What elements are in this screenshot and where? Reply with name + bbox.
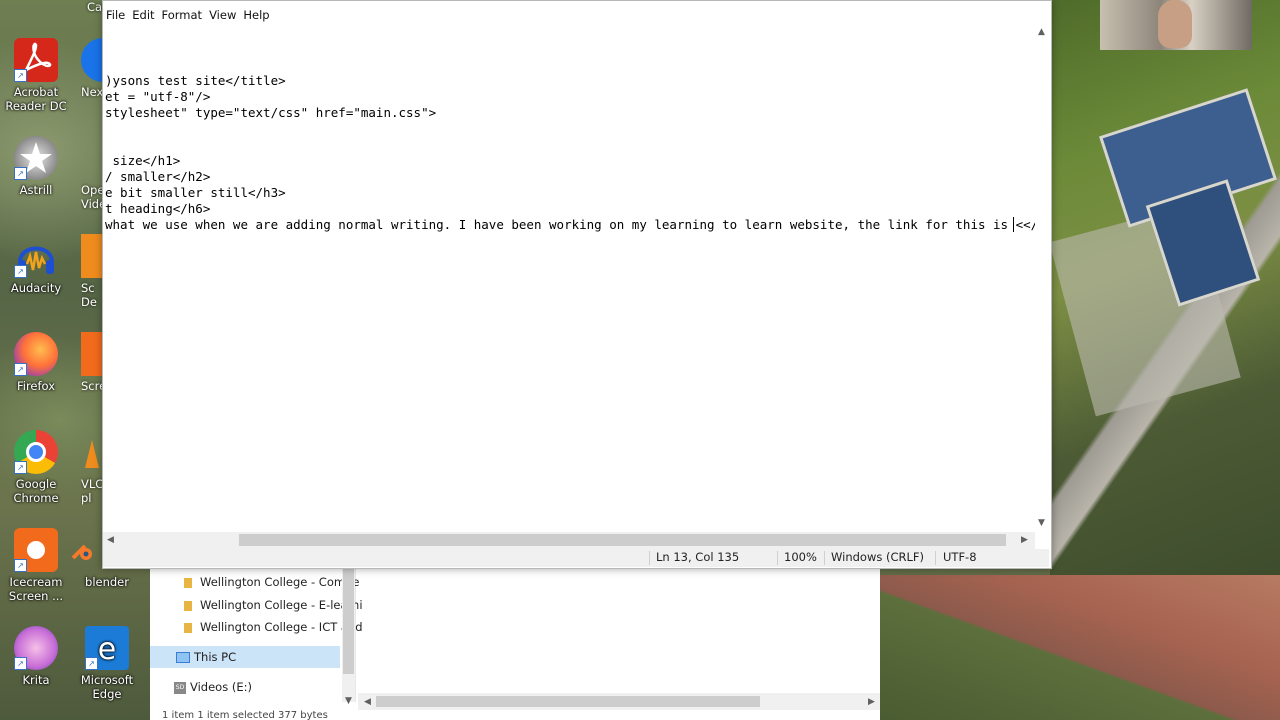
astrill-star-icon: ↗ bbox=[14, 136, 58, 180]
desktop-icon-partial[interactable]: VLC pl bbox=[81, 430, 103, 505]
status-line-endings: Windows (CRLF) bbox=[831, 550, 925, 564]
desktop-icon-chrome[interactable]: ↗ Google Chrome bbox=[0, 430, 72, 505]
text-cursor bbox=[1013, 217, 1014, 232]
code-line: stylesheet" type="text/css" href="main.c… bbox=[105, 105, 437, 120]
code-line: t heading</h6> bbox=[105, 201, 211, 216]
explorer-status-bar: 1 item 1 item selected 377 bytes bbox=[162, 710, 328, 720]
firefox-icon: ↗ bbox=[14, 332, 58, 376]
app-icon bbox=[81, 38, 103, 82]
menu-view[interactable]: View bbox=[206, 5, 240, 25]
audacity-headphones-icon: ↗ bbox=[14, 234, 58, 278]
status-zoom: 100% bbox=[784, 550, 817, 564]
desktop-icon-icecream[interactable]: ↗ Icecream Screen ... bbox=[0, 528, 72, 603]
desktop-icon-partial[interactable]: Scre bbox=[81, 332, 103, 393]
text-editor-area[interactable]: )ysons test site</title> et = "utf-8"/> … bbox=[105, 25, 1035, 532]
desktop-icon-astrill[interactable]: ↗ Astrill bbox=[0, 136, 72, 197]
menu-format[interactable]: Format bbox=[159, 5, 207, 25]
desktop-icon-partial[interactable]: Ope Vide bbox=[81, 136, 103, 211]
desktop-icon-label: blender bbox=[85, 575, 129, 589]
explorer-nav-pane: Wellington College - Combe Wellington Co… bbox=[150, 566, 363, 702]
menu-bar: File Edit Format View Help bbox=[103, 5, 274, 25]
desktop-icon-partial[interactable]: Sc De bbox=[81, 234, 103, 309]
file-explorer-window: Wellington College - Combe Wellington Co… bbox=[150, 566, 880, 720]
folder-icon bbox=[184, 622, 192, 633]
chevron-left-icon[interactable]: ◀ bbox=[107, 535, 114, 545]
desktop-icon-label: Microsoft Edge bbox=[80, 673, 134, 701]
desktop-icon-partial[interactable]: Nex bbox=[81, 38, 103, 99]
desktop-icon-audacity[interactable]: ↗ Audacity bbox=[0, 234, 72, 295]
desktop-icon-label: Icecream Screen ... bbox=[8, 575, 64, 603]
sd-card-icon: SD bbox=[174, 681, 186, 694]
notepad-window: File Edit Format View Help )ysons test s… bbox=[102, 0, 1052, 569]
folder-icon bbox=[184, 577, 192, 588]
explorer-drive-videos[interactable]: SD Videos (E:) bbox=[150, 676, 252, 698]
desktop-icon-label: Acrobat Reader DC bbox=[5, 85, 67, 113]
editor-hscroll-thumb[interactable] bbox=[239, 534, 1006, 546]
app-icon bbox=[81, 234, 103, 278]
menu-file[interactable]: File bbox=[103, 5, 129, 25]
explorer-nav-scroll-thumb[interactable] bbox=[343, 566, 354, 674]
chevron-down-icon[interactable]: ▼ bbox=[345, 696, 352, 706]
code-line: e bit smaller still</h3> bbox=[105, 185, 286, 200]
chevron-left-icon[interactable]: ◀ bbox=[364, 697, 371, 707]
menu-edit[interactable]: Edit bbox=[129, 5, 158, 25]
status-bar: Ln 13, Col 135 100% Windows (CRLF) UTF-8 bbox=[103, 549, 1049, 567]
status-encoding: UTF-8 bbox=[943, 550, 977, 564]
chevron-right-icon[interactable]: ▶ bbox=[1021, 535, 1028, 545]
desktop-icon-label: Krita bbox=[22, 673, 50, 687]
chrome-icon: ↗ bbox=[14, 430, 58, 474]
code-line: what we use when we are adding normal wr… bbox=[105, 217, 1035, 232]
chevron-right-icon[interactable]: ▶ bbox=[868, 697, 875, 707]
desktop-icon-label: Firefox bbox=[16, 379, 56, 393]
krita-icon: ↗ bbox=[14, 626, 58, 670]
folder-icon bbox=[184, 600, 192, 611]
code-line: et = "utf-8"/> bbox=[105, 89, 211, 104]
status-cursor-position: Ln 13, Col 135 bbox=[656, 550, 740, 564]
app-icon bbox=[81, 332, 103, 376]
explorer-content-hscroll-thumb[interactable] bbox=[376, 696, 760, 707]
desktop-icon-acrobat[interactable]: ↗ Acrobat Reader DC bbox=[0, 38, 72, 113]
editor-vertical-scrollbar[interactable]: ▲ ▼ bbox=[1035, 25, 1050, 532]
wallpaper-rooftops bbox=[880, 575, 1280, 720]
icecream-icon: ↗ bbox=[14, 528, 58, 572]
menu-help[interactable]: Help bbox=[240, 5, 273, 25]
app-icon bbox=[81, 136, 103, 180]
edge-icon: e ↗ bbox=[85, 626, 129, 670]
wallpaper-aerial-building bbox=[1050, 0, 1280, 580]
acrobat-icon: ↗ bbox=[14, 38, 58, 82]
blender-icon bbox=[71, 528, 93, 572]
desktop-icon-label: Audacity bbox=[10, 281, 62, 295]
desktop-icon-label: Astrill bbox=[19, 183, 53, 197]
computer-icon bbox=[176, 652, 190, 663]
explorer-folder-item[interactable]: Wellington College - E-learni bbox=[150, 594, 363, 616]
desktop-icon-label: Google Chrome bbox=[13, 477, 59, 505]
code-line: size</h1> bbox=[105, 153, 181, 168]
code-line: / smaller</h2> bbox=[105, 169, 211, 184]
explorer-folder-item[interactable]: Wellington College - Combe bbox=[150, 571, 359, 593]
explorer-this-pc[interactable]: This PC bbox=[150, 646, 340, 668]
desktop-icon-firefox[interactable]: ↗ Firefox bbox=[0, 332, 72, 393]
svg-text:e: e bbox=[98, 632, 116, 667]
webcam-overlay bbox=[1100, 0, 1252, 50]
chevron-up-icon[interactable]: ▲ bbox=[1038, 27, 1045, 37]
desktop-icon-krita[interactable]: ↗ Krita bbox=[0, 626, 72, 687]
code-line: )ysons test site</title> bbox=[105, 73, 286, 88]
desktop-icon-partial[interactable]: Ca bbox=[81, 0, 103, 14]
chevron-down-icon[interactable]: ▼ bbox=[1038, 518, 1045, 528]
desktop-icon-edge[interactable]: e ↗ Microsoft Edge bbox=[71, 626, 143, 701]
vlc-cone-icon bbox=[81, 430, 103, 474]
explorer-folder-item[interactable]: Wellington College - ICT and bbox=[150, 616, 363, 638]
